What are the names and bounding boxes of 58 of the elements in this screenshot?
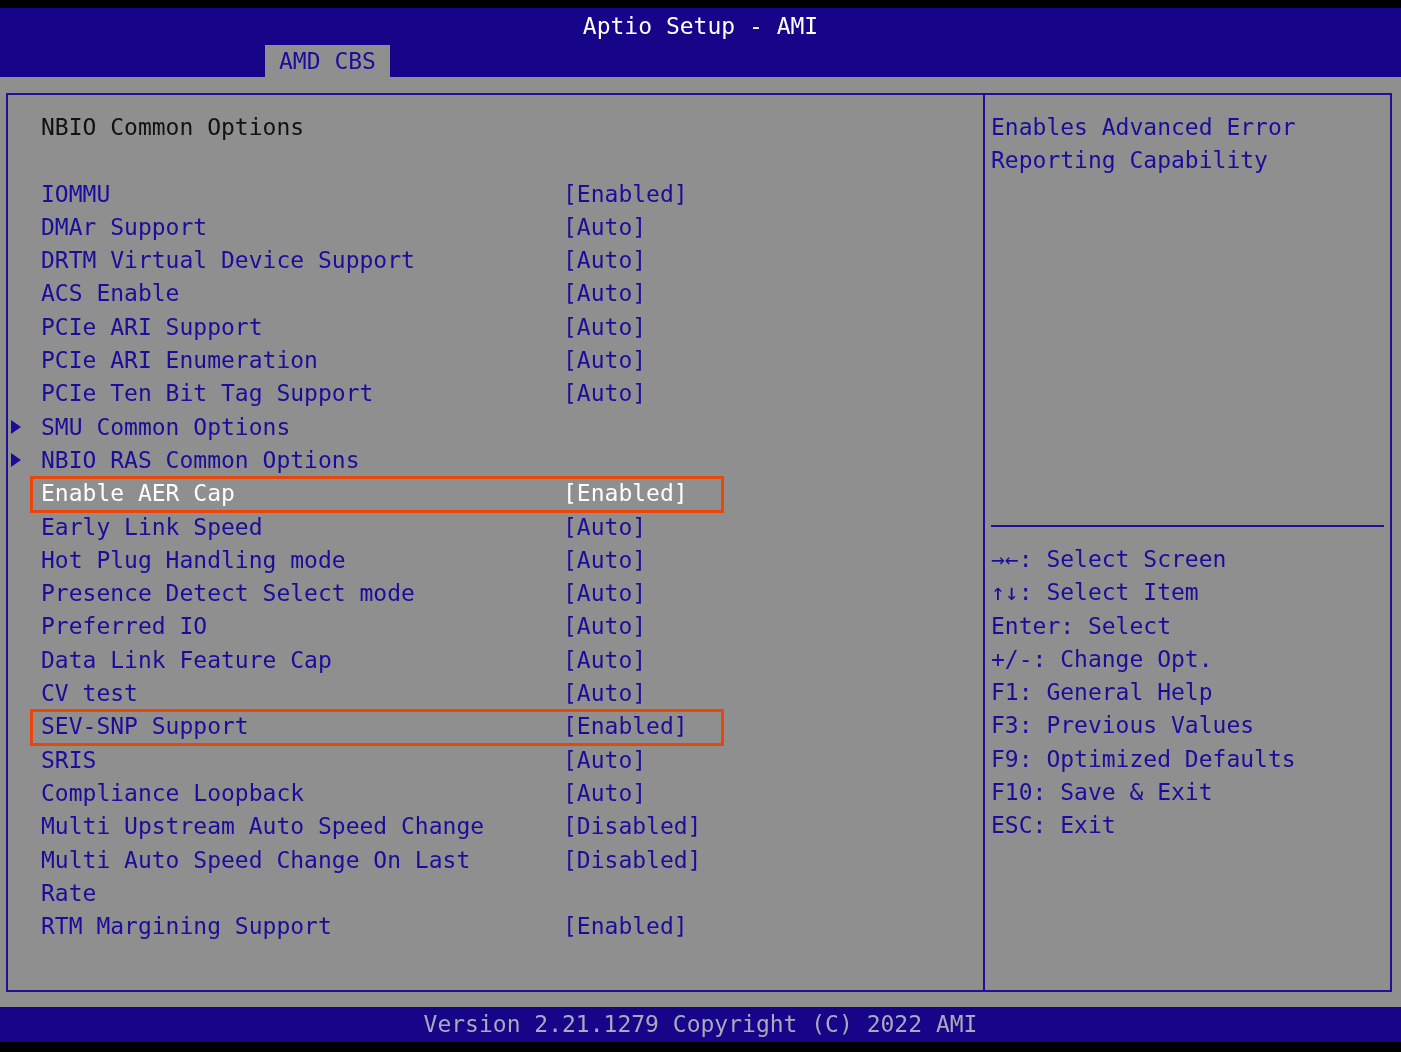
setting-label[interactable]: SEV-SNP Support — [41, 710, 513, 744]
setting-label[interactable]: PCIe ARI Enumeration — [41, 344, 513, 378]
key-hint: F10: Save & Exit — [991, 778, 1214, 808]
tab[interactable]: AMD CBS — [265, 45, 390, 77]
help-text: Enables Advanced Error Reporting Capability — [991, 113, 1297, 176]
setting-label[interactable]: Multi Auto Speed Change On Last Rate — [41, 843, 513, 911]
setting-label[interactable]: DRTM Virtual Device Support — [41, 244, 513, 278]
setting-label[interactable]: SRIS — [41, 743, 513, 777]
setting-label[interactable]: Multi Upstream Auto Speed Change — [41, 810, 513, 844]
setting-label[interactable]: PCIe ARI Support — [41, 310, 513, 345]
setting-value[interactable]: [Auto] — [563, 743, 647, 777]
setting-label[interactable]: DMAr Support — [41, 210, 513, 245]
submenu-arrow-icon — [11, 419, 21, 434]
key-hint: ↑↓: Select Item — [991, 578, 1200, 608]
key-hint: F9: Optimized Defaults — [991, 744, 1297, 774]
setting-value[interactable]: [Enabled] — [563, 177, 688, 211]
setting-value[interactable]: [Auto] — [563, 677, 647, 711]
setting-value[interactable]: [Enabled] — [563, 477, 688, 511]
setting-label[interactable]: Early Link Speed — [41, 510, 513, 544]
setting-label[interactable]: Presence Detect Select mode — [41, 577, 513, 611]
setting-label[interactable]: Hot Plug Handling mode — [41, 543, 513, 578]
setting-value[interactable]: [Auto] — [563, 776, 647, 811]
setting-label[interactable]: Compliance Loopback — [41, 776, 513, 811]
version-text: Version 2.21.1279 Copyright (C) 2022 AMI — [423, 1013, 978, 1036]
setting-value[interactable]: [Disabled] — [563, 843, 702, 911]
key-hint: +/-: Change Opt. — [991, 644, 1214, 674]
setting-label[interactable]: CV test — [41, 677, 513, 711]
setting-value[interactable]: [Auto] — [563, 377, 647, 411]
key-hint: Enter: Select — [991, 611, 1172, 641]
key-hint: ESC: Exit — [991, 811, 1117, 841]
setting-label[interactable]: RTM Margining Support — [41, 910, 513, 944]
setting-value[interactable]: [Auto] — [563, 344, 647, 378]
setting-value[interactable]: [Auto] — [563, 543, 647, 578]
setting-value[interactable]: [Enabled] — [563, 910, 688, 944]
setting-label[interactable]: PCIe Ten Bit Tag Support — [41, 377, 513, 411]
key-hint: F3: Previous Values — [991, 711, 1256, 741]
setting-value[interactable]: [Auto] — [563, 277, 647, 311]
setting-value[interactable]: [Auto] — [563, 643, 647, 678]
submenu-arrow-icon — [11, 452, 21, 467]
window-title: Aptio Setup - AMI — [582, 15, 819, 38]
setting-value[interactable]: [Disabled] — [563, 810, 702, 844]
submenu-item[interactable]: SMU Common Options — [41, 410, 513, 444]
key-hint: F1: General Help — [991, 678, 1214, 708]
key-hint: →←: Select Screen — [991, 545, 1228, 574]
setting-value[interactable]: [Auto] — [563, 577, 647, 611]
setting-label[interactable]: Preferred IO — [41, 610, 513, 644]
setting-label[interactable]: Enable AER Cap — [41, 477, 513, 511]
setting-label[interactable]: ACS Enable — [41, 277, 513, 311]
page-title: NBIO Common Options — [41, 113, 305, 142]
setting-label[interactable]: IOMMU — [41, 177, 513, 211]
setting-value[interactable]: [Auto] — [563, 244, 647, 278]
setting-value[interactable]: [Enabled] — [563, 710, 688, 744]
setting-value[interactable]: [Auto] — [563, 210, 647, 245]
setting-value[interactable]: [Auto] — [563, 310, 647, 345]
setting-value[interactable]: [Auto] — [563, 610, 647, 644]
submenu-item[interactable]: NBIO RAS Common Options — [41, 443, 513, 478]
setting-value[interactable]: [Auto] — [563, 510, 647, 544]
setting-label[interactable]: Data Link Feature Cap — [41, 643, 513, 678]
